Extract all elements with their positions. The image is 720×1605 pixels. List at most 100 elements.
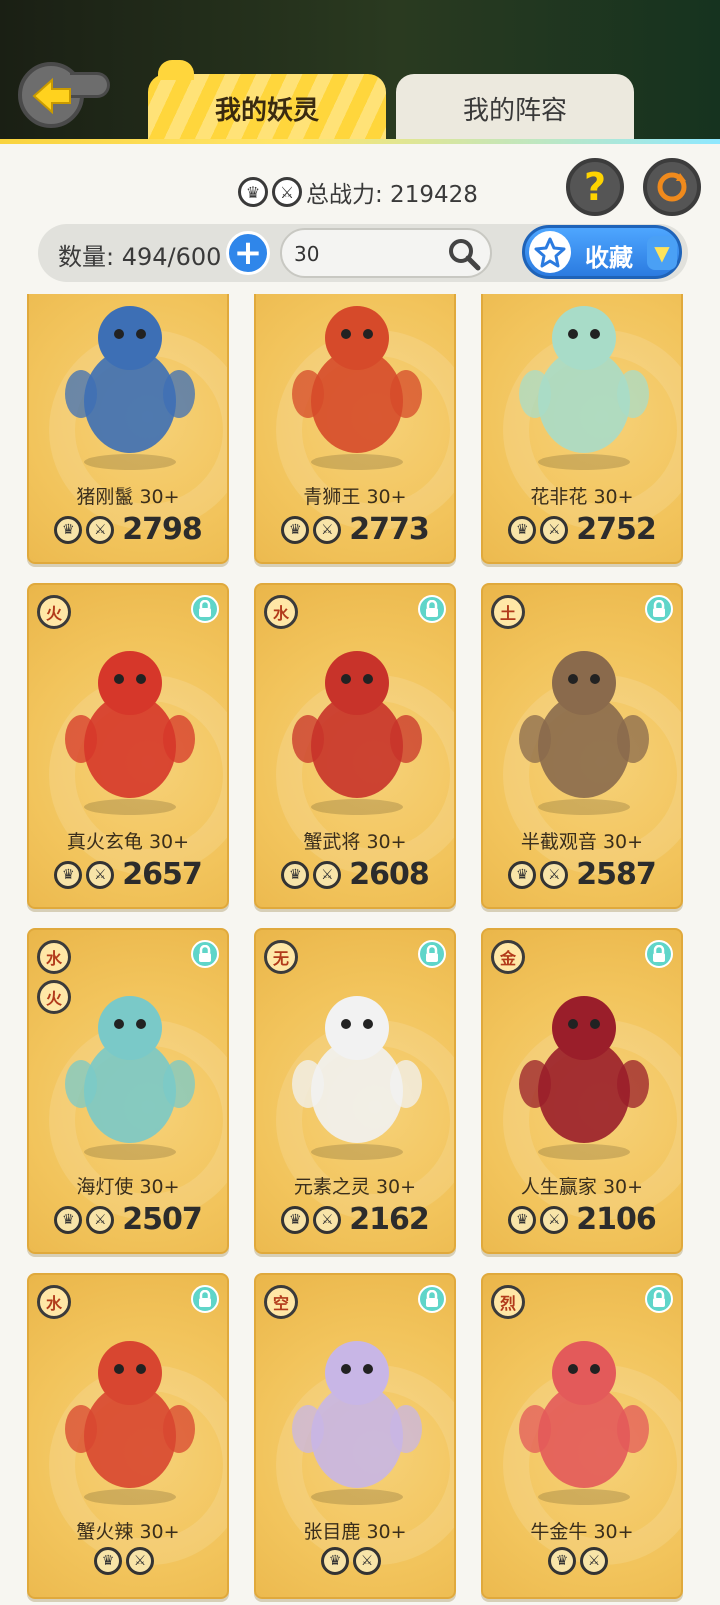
spirit-stats: ♛ ⚔ 2773 [256,512,454,547]
tab-my-lineup-label: 我的阵容 [462,95,567,126]
sword-icon: ⚔ [313,860,342,889]
spirit-card[interactable]: 土猪刚鬣 30+♛⚔2798 [27,294,229,564]
refresh-button[interactable] [643,158,701,216]
refresh-icon [657,172,687,202]
spirit-card[interactable]: 火青狮王 30+♛⚔2773 [254,294,456,564]
sword-icon: ⚔ [540,860,569,889]
back-button[interactable] [18,58,110,130]
spirit-card[interactable]: 金人生赢家 30+ ♛ ⚔ 2106 [481,928,683,1254]
favorite-button[interactable]: 收藏 ▼ [522,225,682,279]
spirit-portrait [65,1341,195,1505]
sword-icon: ⚔ [313,515,342,544]
spirit-card[interactable]: 烈牛金牛 30+ ♛ ⚔ [481,1273,683,1599]
lock-icon[interactable] [418,1285,446,1313]
spirit-power: 2608 [349,857,429,892]
top-bar: 我的妖灵 我的阵容 [0,0,720,144]
total-power: ♛ ⚔ 总战力: 219428 [238,174,478,210]
crown-icon: ♛ [508,860,537,889]
spirit-card[interactable]: 土半截观音 30+ ♛ ⚔ 2587 [481,583,683,909]
star-icon [529,231,571,273]
crown-icon: ♛ [321,1547,349,1575]
sword-icon: ⚔ [86,860,115,889]
spirit-power: 2752 [576,512,656,547]
lock-icon[interactable] [191,1285,219,1313]
spirit-portrait [519,651,649,815]
spirit-portrait [292,996,422,1160]
crown-icon: ♛ [238,177,268,207]
search-input[interactable] [294,240,444,268]
spirit-power: 2162 [349,1202,429,1237]
spirit-portrait [519,1341,649,1505]
spirit-card[interactable]: 木花非花 30+♛⚔2752 [481,294,683,564]
spirit-card[interactable]: 无元素之灵 30+ ♛ ⚔ 2162 [254,928,456,1254]
spirit-name: 猪刚鬣 30+ [76,486,180,508]
spirit-name: 花非花 30+ [530,486,634,508]
spirit-name: 人生赢家 30+ [520,1176,644,1198]
spirit-portrait [292,651,422,815]
crown-icon: ♛ [94,1547,122,1575]
tab-my-spirits-label: 我的妖灵 [214,95,319,126]
sword-icon: ⚔ [313,1205,342,1234]
back-arrow-icon [32,77,71,115]
spirit-name: 蟹武将 30+ [303,831,407,853]
search-box[interactable] [280,228,492,278]
search-icon[interactable] [446,236,482,272]
back-button-tail [70,72,110,98]
tab-my-spirits[interactable]: 我的妖灵 [148,60,386,142]
spirit-stats: ♛ ⚔ [256,1547,454,1575]
spirit-stats: ♛ ⚔ 2162 [256,1202,454,1237]
spirit-stats: ♛ ⚔ 2752 [483,512,681,547]
lock-icon[interactable] [418,595,446,623]
spirit-stats: ♛ ⚔ 2657 [29,857,227,892]
spirit-power: 2587 [576,857,656,892]
expand-capacity-button[interactable]: + [226,231,270,275]
crown-icon: ♛ [54,1205,83,1234]
sword-icon: ⚔ [353,1547,381,1575]
spirit-card[interactable]: 水蟹火辣 30+ ♛ ⚔ [27,1273,229,1599]
lock-icon[interactable] [191,940,219,968]
crown-icon: ♛ [281,515,310,544]
question-mark-icon: ? [583,165,607,209]
lock-icon[interactable] [191,595,219,623]
spirit-power: 2657 [122,857,202,892]
spirit-grid: 土猪刚鬣 30+♛⚔2798火青狮王 30+♛⚔2773木花非花 30+♛⚔27… [0,294,720,1605]
spirit-stats: ♛ ⚔ 2608 [256,857,454,892]
spirit-power: 2773 [349,512,429,547]
crown-icon: ♛ [54,860,83,889]
spirit-name: 牛金牛 30+ [530,1521,634,1543]
plus-icon: + [233,233,263,273]
lock-icon[interactable] [645,940,673,968]
spirit-name: 元素之灵 30+ [293,1176,417,1198]
sword-icon: ⚔ [86,515,115,544]
sword-icon: ⚔ [540,1205,569,1234]
chevron-down-icon: ▼ [647,236,677,270]
spirit-stats: ♛ ⚔ [29,1547,227,1575]
total-power-label: 总战力: 219428 [306,182,478,208]
crown-icon: ♛ [281,860,310,889]
lock-icon[interactable] [645,1285,673,1313]
help-button[interactable]: ? [566,158,624,216]
tab-my-lineup[interactable]: 我的阵容 [396,74,634,142]
spirit-stats: ♛ ⚔ 2587 [483,857,681,892]
spirit-card[interactable]: 空张目鹿 30+ ♛ ⚔ [254,1273,456,1599]
spirit-card[interactable]: 水火海灯使 30+ ♛ ⚔ 2507 [27,928,229,1254]
crown-icon: ♛ [508,1205,537,1234]
spirit-name: 蟹火辣 30+ [76,1521,180,1543]
spirit-portrait [292,1341,422,1505]
spirit-card[interactable]: 水蟹武将 30+ ♛ ⚔ 2608 [254,583,456,909]
lock-icon[interactable] [418,940,446,968]
spirit-portrait [519,306,649,470]
crown-icon: ♛ [508,515,537,544]
favorite-label: 收藏 [585,244,633,272]
spirit-portrait [519,996,649,1160]
lock-icon[interactable] [645,595,673,623]
spirit-name: 真火玄龟 30+ [66,831,190,853]
spirit-count: 数量: 494/600 [58,243,222,271]
spirit-power: 2798 [122,512,202,547]
sword-icon: ⚔ [580,1547,608,1575]
spirit-portrait [65,996,195,1160]
summary-panel: ♛ ⚔ 总战力: 219428 ? 数量: 494/600 + 30 收藏 ▼ [0,144,720,294]
crown-icon: ♛ [54,515,83,544]
spirit-stats: ♛ ⚔ 2798 [29,512,227,547]
spirit-card[interactable]: 火真火玄龟 30+ ♛ ⚔ 2657 [27,583,229,909]
